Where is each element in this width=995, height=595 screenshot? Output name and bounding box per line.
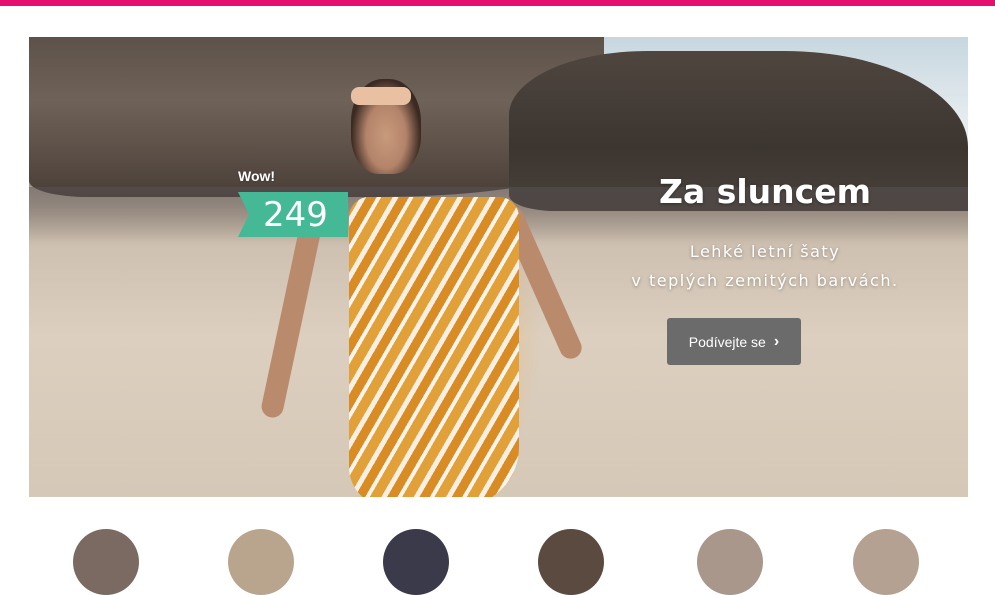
- hero-subtitle-line-1: Lehké letní šaty: [689, 242, 841, 261]
- category-thumb-4[interactable]: [538, 529, 604, 595]
- top-accent-bar: [0, 0, 995, 6]
- category-thumb-6[interactable]: [853, 529, 919, 595]
- category-thumb-3[interactable]: [383, 529, 449, 595]
- category-thumb-2[interactable]: [228, 529, 294, 595]
- hero-headline: Za sluncem: [659, 172, 871, 211]
- category-thumb-1[interactable]: [73, 529, 139, 595]
- view-collection-button[interactable]: Podívejte se ›: [667, 318, 801, 365]
- hero-subtitle-line-2: v teplých zemitých barvách.: [631, 271, 899, 290]
- hero-banner[interactable]: Wow! 249 Za sluncem Lehké letní šaty v t…: [29, 37, 968, 497]
- model-photo: [259, 67, 586, 497]
- cta-label: Podívejte se: [688, 333, 766, 350]
- category-thumb-5[interactable]: [697, 529, 763, 595]
- hero-subtitle: Lehké letní šaty v teplých zemitých barv…: [569, 237, 961, 295]
- wow-badge-label: Wow!: [238, 168, 276, 184]
- category-thumbnails-row: [0, 525, 995, 595]
- price-value: 249: [263, 195, 328, 235]
- chevron-right-icon: ›: [773, 332, 780, 350]
